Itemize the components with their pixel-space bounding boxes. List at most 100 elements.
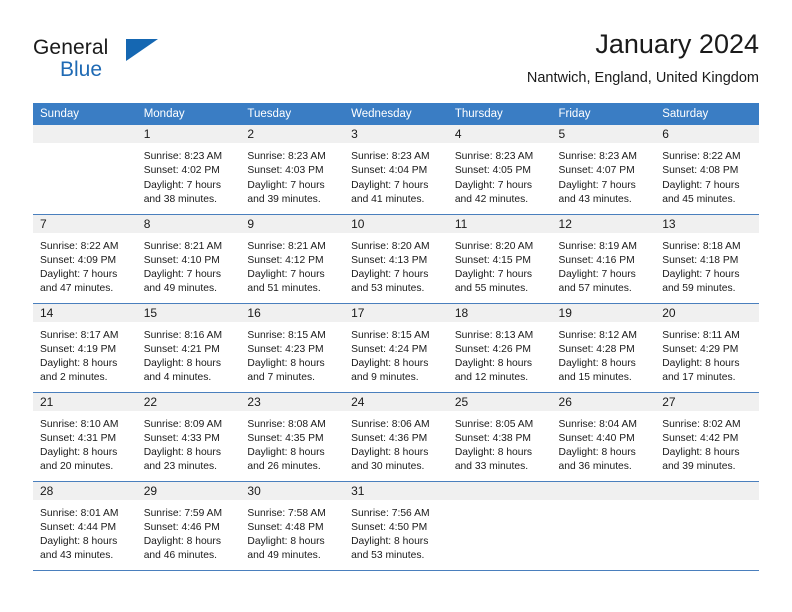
calendar-day-cell[interactable]: 17 Sunrise: 8:15 AM Sunset: 4:24 PM Dayligh… (344, 303, 448, 393)
day-number: 10 (344, 214, 448, 233)
calendar-day-cell[interactable]: 12 Sunrise: 8:19 AM Sunset: 4:16 PM Dayligh… (551, 214, 656, 304)
calendar-week-row: 21 Sunrise: 8:10 AM Sunset: 4:31 PM Dayligh… (33, 392, 759, 482)
sunset-text: Sunset: 4:24 PM (351, 343, 428, 355)
sunrise-text: Sunrise: 8:04 AM (558, 418, 637, 430)
sunrise-text: Sunrise: 8:02 AM (662, 418, 741, 430)
daylight-text: Daylight: 7 hours (558, 179, 636, 191)
calendar-day-cell[interactable]: 19 Sunrise: 8:12 AM Sunset: 4:28 PM Dayligh… (551, 303, 656, 393)
calendar-day-cell[interactable]: 4 Sunrise: 8:23 AM Sunset: 4:05 PM Daylight… (447, 125, 552, 215)
calendar-day-cell[interactable]: 2 Sunrise: 8:23 AM Sunset: 4:03 PM Daylight… (240, 125, 345, 215)
daylight-text-cont: and 49 minutes. (143, 283, 217, 295)
calendar-day-cell[interactable]: 13 Sunrise: 8:18 AM Sunset: 4:18 PM Dayligh… (655, 214, 759, 304)
sunrise-text: Sunrise: 8:22 AM (662, 151, 741, 162)
day-number: 5 (551, 125, 656, 143)
day-cell-inner: 16 Sunrise: 8:15 AM Sunset: 4:23 PM Dayligh… (240, 303, 345, 392)
daylight-text-cont: and 30 minutes. (351, 461, 425, 473)
daylight-text: Daylight: 8 hours (247, 447, 325, 459)
day-number: 1 (136, 125, 241, 143)
day-cell-inner: 10 Sunrise: 8:20 AM Sunset: 4:13 PM Dayligh… (344, 214, 448, 303)
sunset-text: Sunset: 4:31 PM (40, 432, 117, 444)
calendar-day-cell[interactable]: 31 Sunrise: 7:56 AM Sunset: 4:50 PM Dayligh… (344, 481, 448, 571)
daylight-text-cont: and 46 minutes. (143, 550, 217, 562)
day-cell-inner: 17 Sunrise: 8:15 AM Sunset: 4:24 PM Dayligh… (344, 303, 448, 392)
day-number: 6 (655, 125, 759, 143)
sunrise-text: Sunrise: 8:09 AM (143, 418, 223, 430)
calendar-day-cell[interactable]: 29 Sunrise: 7:59 AM Sunset: 4:46 PM Dayligh… (136, 481, 241, 571)
logo-text-blue: Blue (60, 58, 103, 81)
calendar-day-cell[interactable]: 24 Sunrise: 8:06 AM Sunset: 4:36 PM Dayligh… (344, 392, 448, 482)
day-cell-inner: 7 Sunrise: 8:22 AM Sunset: 4:09 PM Daylight… (33, 214, 137, 303)
daylight-text-cont: and 20 minutes. (40, 461, 114, 473)
calendar-day-cell[interactable]: 30 Sunrise: 7:58 AM Sunset: 4:48 PM Dayligh… (240, 481, 345, 571)
daylight-text-cont: and 43 minutes. (40, 550, 114, 562)
calendar-day-cell[interactable]: 27 Sunrise: 8:02 AM Sunset: 4:42 PM Dayligh… (655, 392, 759, 482)
general-blue-logo[interactable]: General Blue (33, 36, 163, 92)
day-sun-info: Sunrise: 8:23 AM Sunset: 4:03 PM Daylight:… (240, 143, 344, 207)
calendar-day-cell[interactable]: 15 Sunrise: 8:16 AM Sunset: 4:21 PM Dayligh… (136, 303, 241, 393)
calendar-day-cell[interactable]: 8 Sunrise: 8:21 AM Sunset: 4:10 PM Daylight… (136, 214, 241, 304)
sunrise-text: Sunrise: 8:06 AM (351, 418, 430, 430)
page-header: General Blue January 2024 Nantwich, Engl… (33, 28, 759, 98)
calendar-day-cell[interactable]: 5 Sunrise: 8:23 AM Sunset: 4:07 PM Daylight… (551, 125, 656, 215)
day-number: 12 (551, 214, 656, 233)
daylight-text: Daylight: 8 hours (143, 447, 221, 459)
calendar-day-cell[interactable]: 23 Sunrise: 8:08 AM Sunset: 4:35 PM Dayligh… (240, 392, 345, 482)
sunrise-text: Sunrise: 8:21 AM (247, 240, 326, 252)
calendar-day-cell[interactable]: 14 Sunrise: 8:17 AM Sunset: 4:19 PM Dayligh… (33, 303, 137, 393)
sunset-text: Sunset: 4:29 PM (662, 343, 739, 355)
calendar-day-cell[interactable]: 25 Sunrise: 8:05 AM Sunset: 4:38 PM Dayligh… (447, 392, 552, 482)
day-number: 30 (240, 481, 345, 500)
day-sun-info: Sunrise: 8:16 AM Sunset: 4:21 PM Daylight:… (137, 322, 241, 386)
calendar-day-cell[interactable]: 7 Sunrise: 8:22 AM Sunset: 4:09 PM Daylight… (33, 214, 137, 304)
calendar-day-cell[interactable]: 18 Sunrise: 8:13 AM Sunset: 4:26 PM Dayligh… (447, 303, 552, 393)
day-number: 23 (240, 392, 345, 411)
day-cell-inner: 20 Sunrise: 8:11 AM Sunset: 4:29 PM Dayligh… (655, 303, 759, 392)
daylight-text: Daylight: 7 hours (351, 179, 429, 191)
day-number: 8 (136, 214, 241, 233)
sunrise-text: Sunrise: 7:56 AM (351, 507, 430, 519)
calendar-day-cell[interactable]: 9 Sunrise: 8:21 AM Sunset: 4:12 PM Daylight… (240, 214, 345, 304)
sunset-text: Sunset: 4:21 PM (143, 343, 220, 355)
sunset-text: Sunset: 4:44 PM (40, 521, 117, 533)
daylight-text: Daylight: 8 hours (247, 536, 325, 548)
sunset-text: Sunset: 4:08 PM (662, 165, 739, 177)
day-number: 16 (240, 303, 345, 322)
calendar-day-cell[interactable]: 26 Sunrise: 8:04 AM Sunset: 4:40 PM Dayligh… (551, 392, 656, 482)
calendar-day-cell[interactable]: 6 Sunrise: 8:22 AM Sunset: 4:08 PM Daylight… (655, 125, 759, 215)
daylight-text-cont: and 59 minutes. (662, 283, 736, 295)
calendar-day-cell[interactable]: 21 Sunrise: 8:10 AM Sunset: 4:31 PM Dayligh… (33, 392, 137, 482)
day-sun-info: Sunrise: 7:59 AM Sunset: 4:46 PM Daylight:… (137, 500, 241, 564)
calendar-day-cell[interactable]: 1 Sunrise: 8:23 AM Sunset: 4:02 PM Daylight… (136, 125, 241, 215)
calendar-day-cell[interactable]: 11 Sunrise: 8:20 AM Sunset: 4:15 PM Dayligh… (447, 214, 552, 304)
daylight-text-cont: and 39 minutes. (662, 461, 736, 473)
day-number: 24 (344, 392, 448, 411)
calendar-day-cell[interactable]: 16 Sunrise: 8:15 AM Sunset: 4:23 PM Dayligh… (240, 303, 345, 393)
sunset-text: Sunset: 4:09 PM (40, 254, 117, 266)
day-cell-inner: 12 Sunrise: 8:19 AM Sunset: 4:16 PM Dayligh… (551, 214, 656, 303)
calendar-empty-cell (447, 481, 552, 571)
day-sun-info: Sunrise: 8:21 AM Sunset: 4:10 PM Daylight:… (137, 233, 241, 297)
day-sun-info: Sunrise: 8:06 AM Sunset: 4:36 PM Daylight:… (344, 411, 448, 475)
calendar-empty-cell (33, 125, 137, 215)
daylight-text: Daylight: 7 hours (351, 269, 429, 281)
calendar-day-cell[interactable]: 20 Sunrise: 8:11 AM Sunset: 4:29 PM Dayligh… (655, 303, 759, 393)
daylight-text: Daylight: 7 hours (558, 269, 636, 281)
day-sun-info: Sunrise: 8:23 AM Sunset: 4:02 PM Daylight:… (137, 143, 241, 207)
sunrise-text: Sunrise: 8:15 AM (351, 329, 430, 341)
calendar-day-cell[interactable]: 3 Sunrise: 8:23 AM Sunset: 4:04 PM Daylight… (344, 125, 448, 215)
calendar-day-cell[interactable]: 22 Sunrise: 8:09 AM Sunset: 4:33 PM Dayligh… (136, 392, 241, 482)
calendar-day-cell[interactable]: 10 Sunrise: 8:20 AM Sunset: 4:13 PM Dayligh… (344, 214, 448, 304)
calendar-day-cell[interactable]: 28 Sunrise: 8:01 AM Sunset: 4:44 PM Dayligh… (33, 481, 137, 571)
day-sun-info (655, 500, 759, 507)
sunset-text: Sunset: 4:50 PM (351, 521, 428, 533)
daylight-text: Daylight: 7 hours (143, 179, 221, 191)
daylight-text-cont: and 9 minutes. (351, 372, 419, 384)
sunset-text: Sunset: 4:40 PM (558, 432, 635, 444)
day-cell-inner: 21 Sunrise: 8:10 AM Sunset: 4:31 PM Dayligh… (33, 392, 137, 481)
day-sun-info: Sunrise: 8:11 AM Sunset: 4:29 PM Daylight:… (655, 322, 759, 386)
weekday-header-saturday: Saturday (655, 103, 759, 125)
day-sun-info: Sunrise: 8:01 AM Sunset: 4:44 PM Daylight:… (33, 500, 137, 564)
day-number: 25 (447, 392, 552, 411)
day-cell-inner: 9 Sunrise: 8:21 AM Sunset: 4:12 PM Daylight… (240, 214, 345, 303)
sunrise-text: Sunrise: 8:21 AM (143, 240, 223, 252)
